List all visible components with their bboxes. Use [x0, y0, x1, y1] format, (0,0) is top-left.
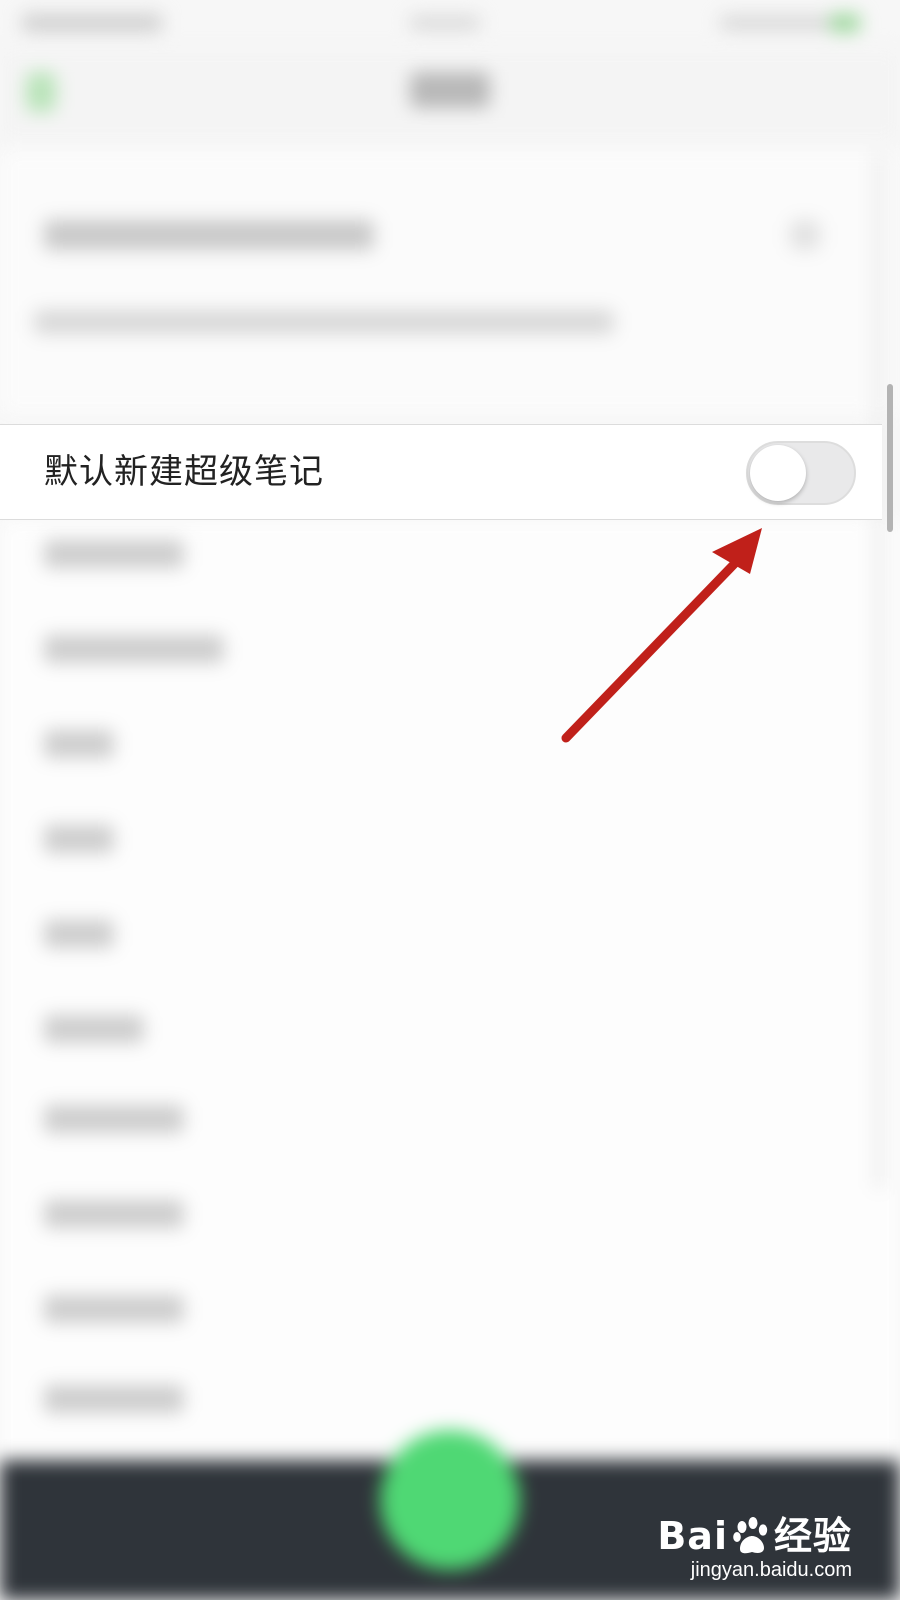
baidu-jingyan-watermark: Bai 经验 jingyan.baidu.com — [657, 1514, 852, 1582]
side-panel-edge — [874, 150, 884, 1190]
settings-section-top — [0, 150, 900, 415]
watermark-brand-left: Bai — [657, 1514, 728, 1558]
back-arrow-icon[interactable] — [26, 72, 56, 112]
toggle-knob — [750, 445, 806, 501]
nav-bar — [0, 50, 900, 140]
list-item[interactable] — [44, 635, 224, 663]
list-item[interactable] — [44, 825, 114, 853]
settings-row-label: 默认新建超级笔记 — [44, 452, 324, 492]
settings-list-blurred — [0, 520, 900, 1460]
list-item[interactable] — [44, 730, 114, 758]
watermark-brand-right: 经验 — [773, 1514, 852, 1558]
list-item[interactable] — [44, 1105, 184, 1133]
list-item[interactable] — [44, 1200, 184, 1228]
list-item[interactable] — [44, 1015, 144, 1043]
new-note-button[interactable] — [380, 1430, 520, 1570]
scrollbar-thumb[interactable] — [887, 384, 893, 532]
default-super-note-toggle[interactable] — [746, 441, 856, 505]
watermark-url: jingyan.baidu.com — [690, 1559, 852, 1581]
settings-description-blurred — [34, 310, 614, 334]
settings-item-blurred[interactable] — [44, 220, 374, 250]
status-indicators — [720, 16, 830, 30]
watermark-logo: Bai 经验 — [657, 1514, 852, 1558]
paw-icon — [733, 1517, 768, 1554]
chevron-right-icon — [790, 220, 820, 250]
battery-icon — [830, 14, 860, 32]
blurred-background — [0, 0, 900, 1600]
list-item[interactable] — [44, 920, 114, 948]
settings-row-default-super-note[interactable]: 默认新建超级笔记 — [0, 424, 882, 520]
list-item[interactable] — [44, 1385, 184, 1413]
status-bar — [0, 0, 900, 50]
page-title — [410, 72, 490, 108]
status-time — [22, 14, 162, 32]
status-carrier — [410, 16, 480, 30]
list-item[interactable] — [44, 540, 184, 568]
list-item[interactable] — [44, 1295, 184, 1323]
